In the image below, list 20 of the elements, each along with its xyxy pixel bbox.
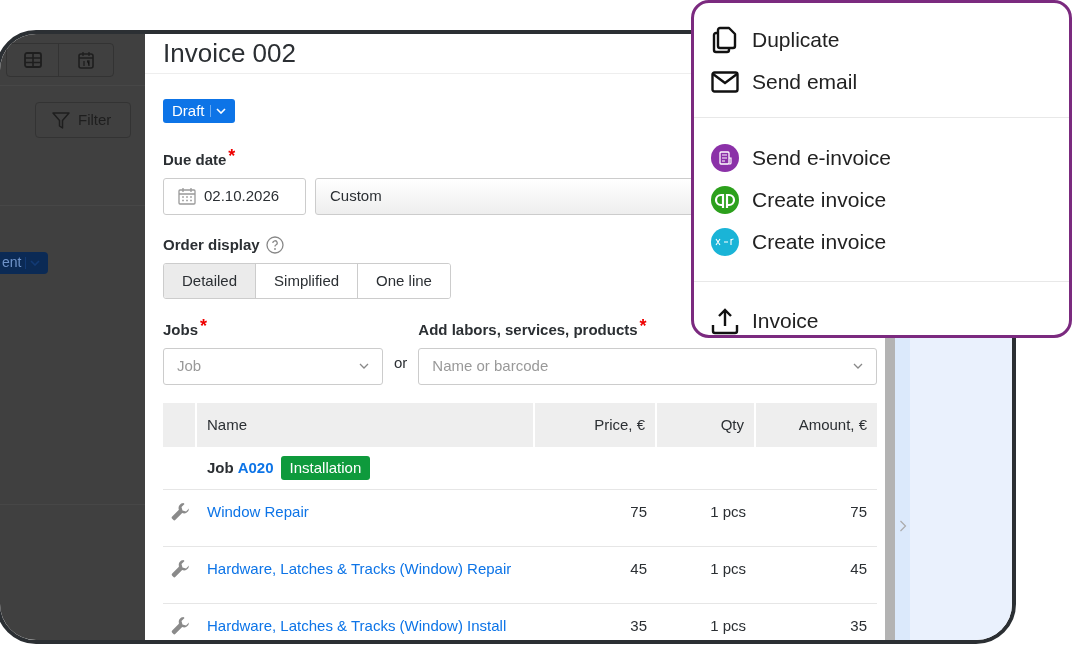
table-cell-text: 45 [630,558,647,579]
table-cell-text: 45 [850,558,867,579]
table-cell-text: 35 [630,615,647,636]
job-tag: Installation [280,455,371,480]
table-cell-text: 75 [850,501,867,522]
field-label: Jobs [163,320,198,341]
job-label: Job [207,457,234,478]
field-label: Due date [163,150,227,171]
table-cell-text: 75 [630,501,647,522]
required-mark: * [228,149,236,169]
table-cell-text: 35 [850,615,867,636]
field-label: Add labors, services, products [418,320,638,341]
field-label: Order display [163,234,260,255]
table-cell-text: 1 pcs [710,615,746,636]
table-cell-text: 1 pcs [710,558,746,579]
required-mark: * [200,319,208,339]
or-label: or [394,353,408,374]
required-mark: * [639,319,647,339]
invoice-title: Invoice 002 [163,37,296,70]
table-cell-text: 1 pcs [710,501,746,522]
